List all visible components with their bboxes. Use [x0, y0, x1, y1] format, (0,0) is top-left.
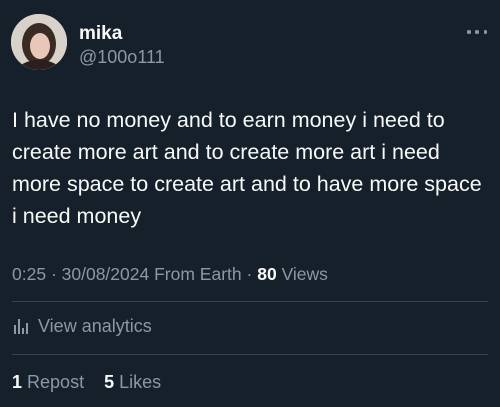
author-handle[interactable]: @100o111 — [79, 46, 165, 68]
views-count: 80 — [257, 264, 277, 284]
tweet-text: I have no money and to earn money i need… — [12, 108, 482, 228]
avatar[interactable] — [11, 14, 67, 70]
likes-count: 5 — [104, 372, 115, 392]
tweet-source: From Earth — [154, 264, 242, 284]
tweet-meta: 0:25 · 30/08/2024 From Earth · 80 Views — [12, 262, 328, 286]
tweet-date[interactable]: 30/08/2024 — [62, 264, 150, 284]
likes-link[interactable]: 5 Likes — [104, 372, 161, 392]
divider — [12, 301, 488, 302]
separator-dot: · — [50, 264, 62, 284]
avatar-image — [11, 14, 67, 70]
reposts-label: Repost — [27, 372, 85, 392]
view-analytics-button[interactable]: View analytics — [12, 314, 152, 338]
tweet-card: mika @100o111 I have no money and to ear… — [0, 0, 500, 407]
view-analytics-label: View analytics — [38, 316, 152, 336]
reposts-link[interactable]: 1 Repost — [12, 372, 89, 392]
bar-chart-icon — [12, 317, 30, 335]
separator-dot: · — [246, 264, 258, 284]
more-options-icon[interactable] — [467, 26, 487, 38]
tweet-time[interactable]: 0:25 — [12, 264, 46, 284]
likes-label: Likes — [119, 372, 162, 392]
views-label: Views — [281, 264, 328, 284]
reposts-count: 1 — [12, 372, 23, 392]
author-name[interactable]: mika — [79, 23, 122, 45]
engagement-stats: 1 Repost 5 Likes — [12, 370, 161, 394]
divider — [12, 354, 488, 355]
